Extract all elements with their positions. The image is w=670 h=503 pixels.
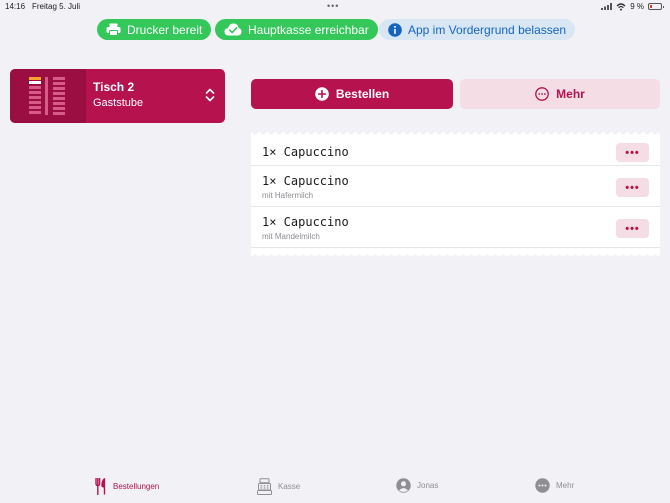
tab-user[interactable]: Jonas	[396, 478, 438, 493]
ellipsis-circle-icon	[535, 87, 550, 101]
tab-orders-label: Bestellungen	[113, 482, 160, 491]
tab-register[interactable]: Kasse	[257, 478, 300, 495]
status-date: Freitag 5. Juli	[32, 2, 81, 11]
table-thumbnail	[10, 69, 86, 123]
order-list: 1× Capuccino ••• 1× Capuccino mit Haferm…	[251, 136, 660, 254]
table-name: Tisch 2	[93, 80, 135, 94]
order-row[interactable]: 1× Capuccino •••	[251, 136, 660, 166]
order-item: 1× Capuccino	[262, 174, 349, 188]
order-button-label: Bestellen	[335, 87, 390, 101]
tab-more-label: Mehr	[556, 481, 575, 490]
multitasking-dots-icon[interactable]: •••	[327, 1, 339, 11]
ellipsis-circle-fill-icon	[535, 478, 550, 493]
order-item: 1× Capuccino	[262, 215, 349, 229]
order-button[interactable]: Bestellen	[251, 79, 453, 109]
battery-icon	[648, 3, 664, 10]
tab-orders[interactable]: Bestellungen	[95, 478, 159, 495]
printer-status-pill[interactable]: Drucker bereit	[97, 19, 212, 40]
row-menu-button[interactable]: •••	[616, 178, 649, 197]
order-receipt: 1× Capuccino ••• 1× Capuccino mit Haferm…	[251, 126, 660, 263]
row-menu-button[interactable]: •••	[616, 219, 649, 238]
battery-percent: 9 %	[630, 2, 644, 11]
printer-icon	[106, 23, 121, 36]
order-modifier: mit Hafermilch	[262, 191, 314, 200]
person-circle-icon	[396, 478, 411, 493]
register-status-label: Hauptkasse erreichbar	[248, 22, 369, 37]
fork-knife-icon	[95, 478, 106, 495]
wifi-icon	[616, 2, 626, 11]
table-layout-icon	[29, 77, 65, 115]
status-indicators: 9 %	[601, 2, 664, 11]
tab-bar: Bestellungen Kasse Jonas Mehr	[0, 474, 670, 503]
receipt-bottom-edge-shape	[251, 252, 660, 257]
table-selector[interactable]: Tisch 2 Gaststube	[10, 69, 225, 123]
receipt-bottom-edge	[251, 252, 660, 257]
tab-register-label: Kasse	[278, 482, 301, 491]
order-item: 1× Capuccino	[262, 145, 349, 159]
foreground-hint-label: App im Vordergrund belassen	[408, 22, 567, 37]
cellular-icon	[601, 3, 613, 10]
printer-status-label: Drucker bereit	[127, 22, 203, 37]
tab-more[interactable]: Mehr	[535, 478, 574, 493]
tab-user-label: Jonas	[417, 481, 439, 490]
more-button[interactable]: Mehr	[460, 79, 660, 109]
table-area: Gaststube	[93, 97, 144, 109]
order-row[interactable]: 1× Capuccino mit Mandelmilch •••	[251, 207, 660, 248]
cloud-check-icon	[224, 23, 242, 36]
status-time: 14:16	[5, 2, 26, 11]
chevron-up-down-icon	[205, 88, 215, 102]
order-row[interactable]: 1× Capuccino mit Hafermilch •••	[251, 166, 660, 207]
row-menu-button[interactable]: •••	[616, 143, 649, 162]
plus-circle-icon	[315, 87, 329, 101]
order-modifier: mit Mandelmilch	[262, 232, 320, 241]
more-button-label: Mehr	[556, 87, 585, 101]
foreground-hint-pill[interactable]: App im Vordergrund belassen	[379, 19, 576, 40]
cash-register-icon	[257, 478, 272, 495]
status-bar: 14:16 Freitag 5. Juli ••• 9 %	[0, 0, 670, 14]
info-icon	[388, 22, 402, 37]
register-status-pill[interactable]: Hauptkasse erreichbar	[215, 19, 378, 40]
